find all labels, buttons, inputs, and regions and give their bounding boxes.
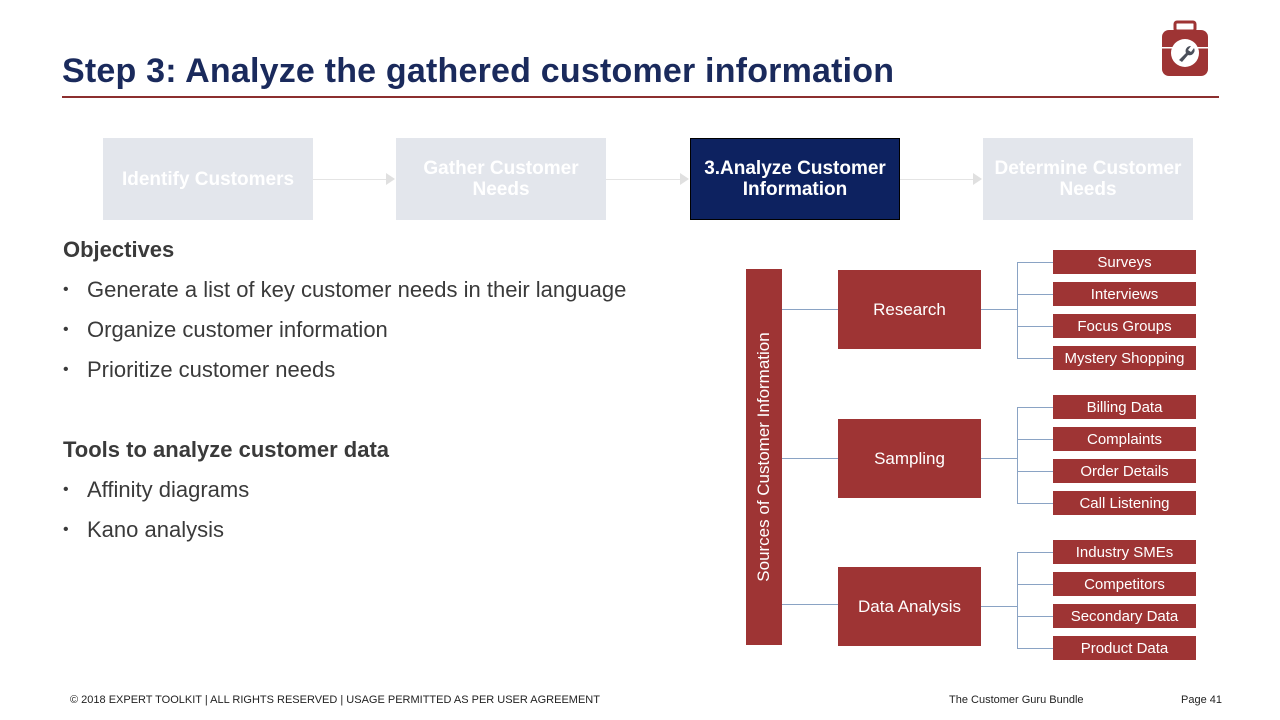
category-sampling: Sampling [838, 419, 981, 498]
step-connector [313, 179, 388, 180]
connector-line [1017, 648, 1053, 649]
leaf-label: Order Details [1080, 462, 1169, 480]
step-connector [900, 179, 975, 180]
step-identify-customers: Identify Customers [103, 138, 313, 220]
category-data-analysis: Data Analysis [838, 567, 981, 646]
step-gather-customer-needs: Gather Customer Needs [396, 138, 606, 220]
objectives-heading: Objectives [63, 237, 175, 262]
bullet-icon: • [63, 521, 69, 538]
arrow-right-icon [386, 173, 395, 185]
page-number: Page 41 [1181, 694, 1222, 706]
step-determine-customer-needs: Determine Customer Needs [983, 138, 1193, 220]
leaf-interviews: Interviews [1053, 282, 1196, 306]
step-label: 3.Analyze Customer Information [704, 158, 886, 200]
connector-line [1017, 262, 1018, 359]
connector-line [782, 604, 838, 605]
page-title: Step 3: Analyze the gathered customer in… [62, 52, 895, 90]
step-label: Determine Customer Needs [994, 158, 1182, 200]
connector-line [1017, 471, 1053, 472]
tool-text: Affinity diagrams [87, 477, 250, 502]
tool-item: • Kano analysis [63, 517, 224, 543]
connector-line [1017, 584, 1053, 585]
connector-line [782, 458, 838, 459]
connector-line [981, 309, 1018, 310]
category-research: Research [838, 270, 981, 349]
arrow-right-icon [973, 173, 982, 185]
connector-line [1017, 407, 1053, 408]
connector-line [1017, 294, 1053, 295]
connector-line [981, 458, 1018, 459]
connector-line [1017, 503, 1053, 504]
leaf-call-listening: Call Listening [1053, 491, 1196, 515]
category-label: Research [873, 299, 946, 319]
connector-line [1017, 407, 1018, 504]
connector-line [1017, 262, 1053, 263]
connector-line [1017, 326, 1053, 327]
leaf-label: Secondary Data [1070, 607, 1179, 625]
objective-item: • Generate a list of key customer needs i… [63, 277, 626, 303]
category-label: Data Analysis [858, 596, 961, 616]
objective-item: • Prioritize customer needs [63, 357, 335, 383]
connector-line [1017, 552, 1053, 553]
tool-item: • Affinity diagrams [63, 477, 249, 503]
footer-bundle-name: The Customer Guru Bundle [949, 694, 1084, 706]
bullet-icon: • [63, 281, 69, 298]
leaf-complaints: Complaints [1053, 427, 1196, 451]
objective-text: Prioritize customer needs [87, 357, 336, 382]
tools-heading: Tools to analyze customer data [63, 437, 390, 462]
connector-line [1017, 552, 1018, 649]
leaf-product-data: Product Data [1053, 636, 1196, 660]
leaf-surveys: Surveys [1053, 250, 1196, 274]
leaf-label: Surveys [1097, 253, 1152, 271]
leaf-label: Mystery Shopping [1064, 349, 1185, 367]
leaf-secondary-data: Secondary Data [1053, 604, 1196, 628]
connector-line [981, 606, 1018, 607]
leaf-label: Call Listening [1079, 494, 1170, 512]
bullet-icon: • [63, 361, 69, 378]
leaf-label: Complaints [1086, 430, 1163, 448]
step-label: Gather Customer Needs [423, 158, 579, 200]
toolbox-wrench-icon [1162, 20, 1208, 76]
leaf-label: Competitors [1084, 575, 1165, 593]
diagram-root: Sources of Customer Information [746, 269, 782, 645]
footer-copyright: © 2018 EXPERT TOOLKIT | ALL RIGHTS RESER… [70, 694, 600, 706]
objective-text: Organize customer information [87, 317, 388, 342]
title-divider [62, 96, 1219, 98]
leaf-billing-data: Billing Data [1053, 395, 1196, 419]
category-label: Sampling [874, 448, 945, 468]
arrow-right-icon [680, 173, 689, 185]
leaf-focus-groups: Focus Groups [1053, 314, 1196, 338]
leaf-label: Product Data [1080, 639, 1169, 657]
objective-item: • Organize customer information [63, 317, 388, 343]
connector-line [1017, 439, 1053, 440]
bullet-icon: • [63, 321, 69, 338]
step-connector [606, 179, 682, 180]
leaf-industry-smes: Industry SMEs [1053, 540, 1196, 564]
step-label: Identify Customers [121, 168, 295, 190]
leaf-label: Industry SMEs [1075, 543, 1174, 561]
diagram-root-label: Sources of Customer Information [754, 332, 773, 582]
bullet-icon: • [63, 481, 69, 498]
objective-text: Generate a list of key customer needs in… [87, 277, 627, 302]
leaf-mystery-shopping: Mystery Shopping [1053, 346, 1196, 370]
step-analyze-customer-information: 3.Analyze Customer Information [690, 138, 900, 220]
leaf-order-details: Order Details [1053, 459, 1196, 483]
leaf-label: Focus Groups [1077, 317, 1172, 335]
leaf-competitors: Competitors [1053, 572, 1196, 596]
connector-line [1017, 616, 1053, 617]
leaf-label: Billing Data [1086, 398, 1163, 416]
connector-line [1017, 358, 1053, 359]
tool-text: Kano analysis [87, 517, 224, 542]
connector-line [782, 309, 838, 310]
leaf-label: Interviews [1090, 285, 1159, 303]
